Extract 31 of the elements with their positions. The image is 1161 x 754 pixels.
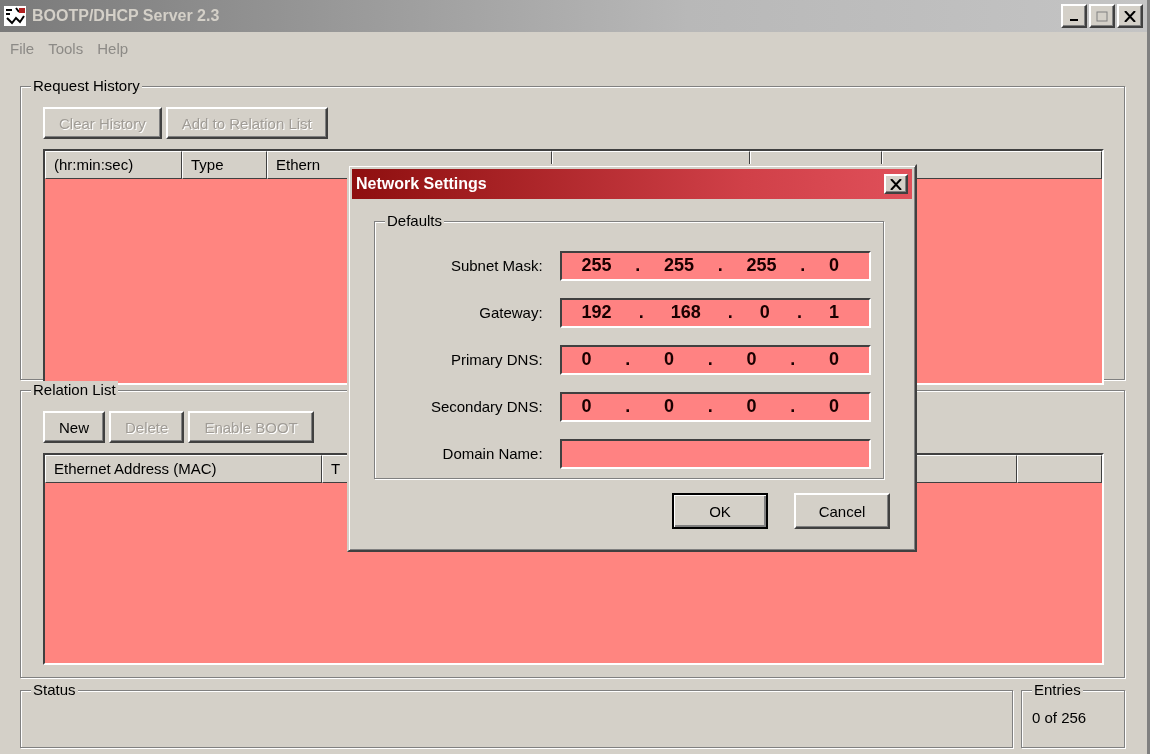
- text-field[interactable]: [559, 438, 871, 469]
- ip-address-field[interactable]: 192 . 168 . 0 . 1: [559, 297, 871, 328]
- group-title: Request History: [31, 77, 142, 94]
- maximize-button[interactable]: [1089, 4, 1115, 28]
- group-title: Relation List: [31, 381, 118, 398]
- field-label: Secondary DNS:: [429, 398, 544, 415]
- field-label: Subnet Mask:: [449, 257, 544, 274]
- close-button[interactable]: [1117, 4, 1143, 28]
- entries-count: 0 of 256: [1032, 709, 1087, 726]
- ip-address-field[interactable]: 0 . 0 . 0 . 0: [559, 391, 871, 422]
- column-header[interactable]: (hr:min:sec): [45, 151, 182, 179]
- close-icon: [890, 178, 902, 190]
- ip-address-field[interactable]: 0 . 0 . 0 . 0: [559, 344, 871, 375]
- group-title: Entries: [1032, 681, 1083, 698]
- minimize-icon: [1070, 19, 1078, 21]
- dialog-title: Network Settings: [356, 175, 487, 193]
- maximize-icon: [1096, 10, 1108, 22]
- toolbar-button[interactable]: New: [43, 411, 105, 443]
- ip-address-field[interactable]: 255 . 255 . 255 . 0: [559, 250, 871, 281]
- minimize-button[interactable]: [1061, 4, 1087, 28]
- dialog-button[interactable]: OK: [672, 493, 768, 529]
- dialog-button[interactable]: Cancel: [794, 493, 890, 529]
- field-label: Primary DNS:: [449, 351, 544, 368]
- group-title: Defaults: [385, 212, 445, 229]
- window-title: BOOTP/DHCP Server 2.3: [32, 7, 221, 25]
- field-label: Gateway:: [478, 304, 544, 321]
- column-header[interactable]: Type: [182, 151, 267, 179]
- column-header[interactable]: Ethernet Address (MAC): [45, 455, 322, 483]
- app-icon: [4, 6, 26, 26]
- close-button[interactable]: [884, 174, 908, 194]
- close-icon: [1124, 10, 1136, 22]
